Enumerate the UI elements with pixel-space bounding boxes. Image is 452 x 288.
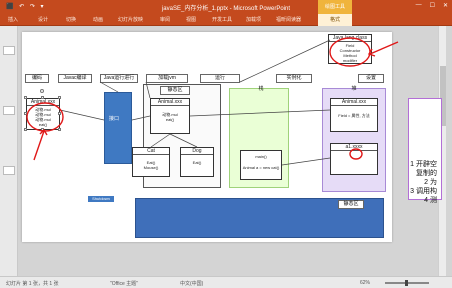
class-loader-region[interactable]: 接口 <box>104 92 132 164</box>
heap-object-a1[interactable]: a1.xxxx <box>330 143 378 175</box>
main-frame-title: main() <box>255 154 267 159</box>
status-bar: 幻灯片 第 1 张，共 1 张 "Office 主题" 中文(中国) 62% <box>0 276 452 288</box>
slide-thumbnail[interactable] <box>3 106 15 115</box>
status-language: 中文(中国) <box>180 281 204 287</box>
tab-animations[interactable]: 动画 <box>93 16 103 23</box>
minimize-icon[interactable]: — <box>416 2 422 9</box>
tab-slideshow[interactable]: 幻灯片放映 <box>118 16 143 23</box>
heap-title: 堆 <box>351 86 357 92</box>
tab-review[interactable]: 审阅 <box>160 16 170 23</box>
tab-view[interactable]: 视图 <box>186 16 196 23</box>
animal-class-box[interactable]: Animal.xxx 动物.mul eat() <box>150 98 190 134</box>
selection-handle[interactable] <box>24 128 27 131</box>
shutdown-label[interactable]: Shutdown <box>88 196 114 202</box>
java-lang-class-box[interactable]: Java.lang.class Field Constructor Method… <box>328 34 372 64</box>
tab-transitions[interactable]: 切换 <box>66 16 76 23</box>
title-bar: ⬛ ↶ ↷ ▾ javaSE_内存分析_1.pptx - Microsoft P… <box>0 0 452 14</box>
window-title: javaSE_内存分析_1.pptx - Microsoft PowerPoin… <box>161 6 291 12</box>
heap-object-fields: Field = 属性, 方法 <box>338 113 370 118</box>
heap-object-title: Animal.xxx <box>331 99 377 106</box>
tab-insert[interactable]: 插入 <box>8 16 18 23</box>
cat-method: Mouse() <box>143 165 159 170</box>
tab-format-label: 格式 <box>329 17 340 23</box>
animal-source-title: Animal.xxx <box>27 99 59 106</box>
class-loader-label: 接口 <box>109 116 120 122</box>
animal-class-line: eat() <box>165 117 175 122</box>
selection-handle[interactable] <box>58 128 61 131</box>
slide-thumbnail[interactable] <box>3 46 15 55</box>
tab-developer[interactable]: 开发工具 <box>212 16 232 23</box>
main-stack-frame[interactable]: main() Animal a = new cat() <box>240 150 282 180</box>
label-java-run[interactable]: Java运行进行 <box>100 74 138 83</box>
status-theme: "Office 主题" <box>110 281 138 287</box>
selection-handle[interactable] <box>58 96 61 99</box>
main-frame-statement: Animal a = new cat() <box>242 165 280 170</box>
label-settings[interactable]: 设置 <box>358 74 384 83</box>
side-notes-box[interactable]: 1 开辟空 复制的 2 为 3 调用构 4 测 <box>408 98 442 204</box>
animal-class-title: Animal.xxx <box>151 99 189 106</box>
heap-object-a1-title: a1.xxxx <box>331 144 377 151</box>
selection-handle[interactable] <box>24 112 27 115</box>
tab-addins[interactable]: 加载项 <box>246 16 261 23</box>
side-note-line: 4 测 <box>424 197 437 204</box>
slide-thumbnail-pane <box>0 26 18 276</box>
label-instantiate[interactable]: 实例化 <box>276 74 312 83</box>
tab-format[interactable]: 格式 <box>318 14 352 26</box>
selection-handle[interactable] <box>58 112 61 115</box>
heap-object-animal[interactable]: Animal.xxx Field = 属性, 方法 <box>330 98 378 132</box>
cat-method: Eat() <box>146 160 156 165</box>
label-run[interactable]: 运行 <box>200 74 240 83</box>
contextual-group-label: 绘图工具 <box>324 4 345 10</box>
static-area-title: 静态区 <box>338 200 364 209</box>
dog-class-box[interactable]: Dog Eat() <box>180 147 214 177</box>
zoom-slider-knob[interactable] <box>405 280 408 286</box>
label-load-jvm[interactable]: 加载jvm <box>146 74 188 83</box>
method-area-title: 静态区 <box>160 86 190 95</box>
cat-class-box[interactable]: Cat Eat() Mouse() <box>132 147 170 177</box>
ribbon-tabs: 插入 设计 切换 动画 幻灯片放映 审阅 视图 开发工具 加载项 福昕阅读器 格… <box>0 14 452 26</box>
stack-title: 栈 <box>258 86 264 92</box>
dog-class-title: Dog <box>181 148 213 155</box>
animal-source-box[interactable]: Animal.xxx 动物.mul 动物.mul 动物.mul eat() <box>26 98 60 130</box>
tab-design[interactable]: 设计 <box>38 16 48 23</box>
selection-handle[interactable] <box>41 128 44 131</box>
animal-class-line: 动物.mul <box>162 112 178 117</box>
animal-source-line: eat() <box>38 122 48 127</box>
selection-handle[interactable] <box>24 96 27 99</box>
slide-thumbnail[interactable] <box>3 166 15 175</box>
selection-handle[interactable] <box>41 96 44 99</box>
java-lang-class-title: Java.lang.class <box>329 35 371 42</box>
zoom-level[interactable]: 62% <box>360 280 370 286</box>
contextual-group: 绘图工具 <box>318 0 352 14</box>
java-lang-class-modifier: modifier <box>342 58 358 63</box>
rotate-handle-icon[interactable] <box>40 89 44 93</box>
label-javac[interactable]: Javac编译 <box>58 74 92 83</box>
cat-class-title: Cat <box>133 148 169 155</box>
status-slide-info: 幻灯片 第 1 张，共 1 张 <box>6 281 59 287</box>
label-encode[interactable]: 编码 <box>25 74 49 83</box>
close-icon[interactable]: ✕ <box>443 2 448 9</box>
maximize-icon[interactable]: ☐ <box>430 2 435 9</box>
dog-method: Eat() <box>192 160 202 165</box>
tab-foxit[interactable]: 福昕阅读器 <box>276 16 301 23</box>
